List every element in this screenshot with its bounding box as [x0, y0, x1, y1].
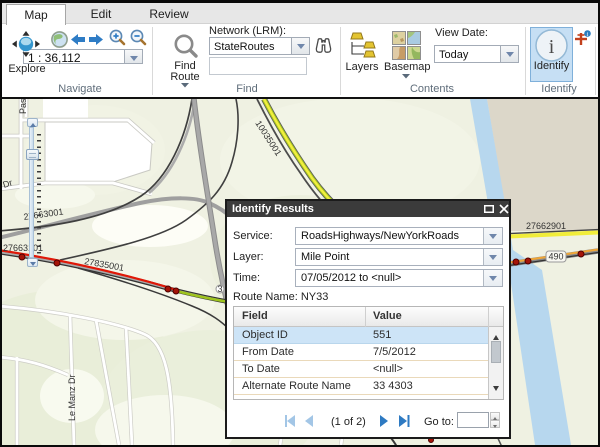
svg-text:i: i	[549, 36, 555, 58]
svg-text:490: 490	[548, 252, 563, 262]
svg-text:Le Manz Dr: Le Manz Dr	[67, 374, 77, 421]
svg-text:3: 3	[217, 284, 222, 294]
svg-text:27662901: 27662901	[526, 221, 566, 231]
svg-text:Pas: Pas	[18, 99, 28, 114]
